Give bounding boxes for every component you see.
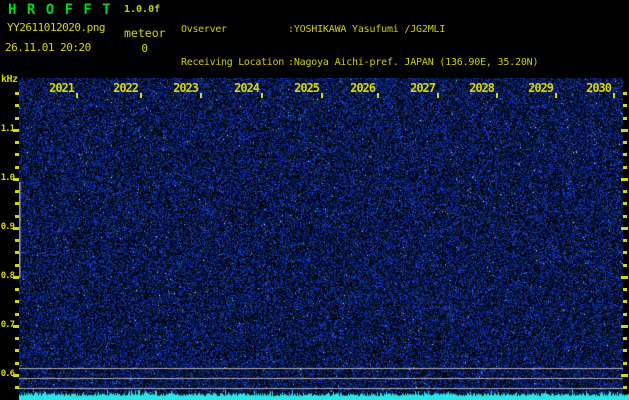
output-file-name: YY2611012020.png (7, 21, 105, 34)
y-minor-tick-right (623, 288, 627, 291)
x-axis-label: 2029 (528, 81, 554, 95)
app-version: 1.0.0f (124, 4, 161, 15)
y-minor-tick-right (623, 263, 627, 267)
x-minute-tick (140, 93, 142, 98)
y-minor-tick-left (15, 300, 19, 304)
y-minor-tick-right (623, 116, 627, 120)
x-minute-tick (555, 93, 557, 98)
y-minor-tick-right (623, 337, 627, 340)
x-minute-tick (321, 93, 323, 98)
x-axis-label: 2022 (113, 81, 139, 95)
x-axis-label: 2021 (49, 81, 75, 95)
y-axis-label: 0.6 (0, 368, 15, 379)
y-minor-tick-left (15, 165, 19, 169)
y-minor-tick-right (623, 300, 627, 304)
file-datetime: 26.11.01 20:20 (5, 41, 91, 54)
y-minor-tick-left (15, 337, 19, 340)
y-minor-tick-right (623, 312, 627, 316)
y-major-tick-right (621, 128, 628, 132)
y-major-tick-right (621, 177, 628, 181)
y-minor-tick-left (15, 190, 19, 193)
x-minute-tick (437, 93, 439, 98)
info-value: :YOSHIKAWA Yasufumi /JG2MLI (288, 24, 446, 36)
y-minor-tick-left (15, 361, 19, 365)
y-minor-tick-right (623, 202, 627, 206)
y-minor-tick-left (15, 141, 19, 144)
y-minor-tick-left (15, 349, 19, 353)
y-minor-tick-left (15, 312, 19, 316)
info-row-observer: Ovserver :YOSHIKAWA Yasufumi /JG2MLI (181, 25, 538, 36)
y-axis-label: 0.9 (0, 221, 15, 232)
y-major-tick-right (621, 373, 628, 377)
y-minor-tick-right (623, 92, 627, 95)
y-minor-tick-left (15, 386, 19, 389)
y-minor-tick-left (15, 263, 19, 267)
y-minor-tick-right (623, 239, 627, 242)
x-axis-label: 2024 (234, 81, 260, 95)
y-minor-tick-right (623, 104, 627, 108)
mode-label: meteor (124, 26, 166, 40)
y-axis-label: 1.0 (0, 172, 15, 183)
x-axis-label: 2023 (173, 81, 199, 95)
y-major-tick-right (621, 275, 628, 279)
y-axis-label: 1.1 (0, 123, 15, 134)
x-axis-label: 2030 (586, 81, 612, 95)
y-minor-tick-left (15, 251, 19, 255)
y-minor-tick-left (15, 153, 19, 157)
info-value: :Nagoya Aichi-pref. JAPAN (136.90E, 35.2… (288, 56, 539, 68)
y-minor-tick-left (15, 116, 19, 120)
y-axis-unit: kHz (1, 74, 18, 85)
x-axis-label: 2025 (294, 81, 320, 95)
x-minute-tick (200, 93, 202, 98)
y-minor-tick-right (623, 361, 627, 365)
hrofft-screen: H R O F F T 1.0.0f YY2611012020.png mete… (0, 0, 629, 400)
info-row-location: Receiving Location :Nagoya Aichi-pref. JA… (181, 56, 539, 69)
y-minor-tick-left (15, 288, 19, 291)
y-minor-tick-left (15, 214, 19, 218)
y-minor-tick-right (623, 165, 627, 169)
y-axis-label: 0.7 (0, 319, 15, 330)
x-minute-tick (613, 93, 615, 98)
spectrogram-canvas (19, 78, 629, 400)
x-minute-tick (76, 93, 78, 98)
y-minor-tick-right (623, 386, 627, 389)
y-major-tick-right (621, 226, 628, 230)
x-minute-tick (496, 93, 498, 98)
y-minor-tick-right (623, 349, 627, 353)
app-title: H R O F F T (8, 2, 112, 18)
y-minor-tick-left (15, 92, 19, 95)
y-major-tick-right (621, 324, 628, 328)
y-minor-tick-right (623, 214, 627, 218)
y-minor-tick-right (623, 190, 627, 193)
x-axis-label: 2026 (350, 81, 376, 95)
y-minor-tick-left (15, 104, 19, 108)
y-minor-tick-right (623, 153, 627, 157)
y-minor-tick-left (15, 202, 19, 206)
echo-count: 0 (141, 42, 148, 55)
x-minute-tick (261, 93, 263, 98)
y-axis-label: 0.8 (0, 270, 15, 281)
info-label: Ovserver (181, 24, 227, 36)
x-axis-label: 2027 (410, 81, 436, 95)
y-minor-tick-right (623, 251, 627, 255)
info-label: Receiving Location (181, 56, 284, 68)
y-minor-tick-left (15, 239, 19, 242)
y-minor-tick-right (623, 141, 627, 144)
x-minute-tick (377, 93, 379, 98)
x-axis-label: 2028 (469, 81, 495, 95)
